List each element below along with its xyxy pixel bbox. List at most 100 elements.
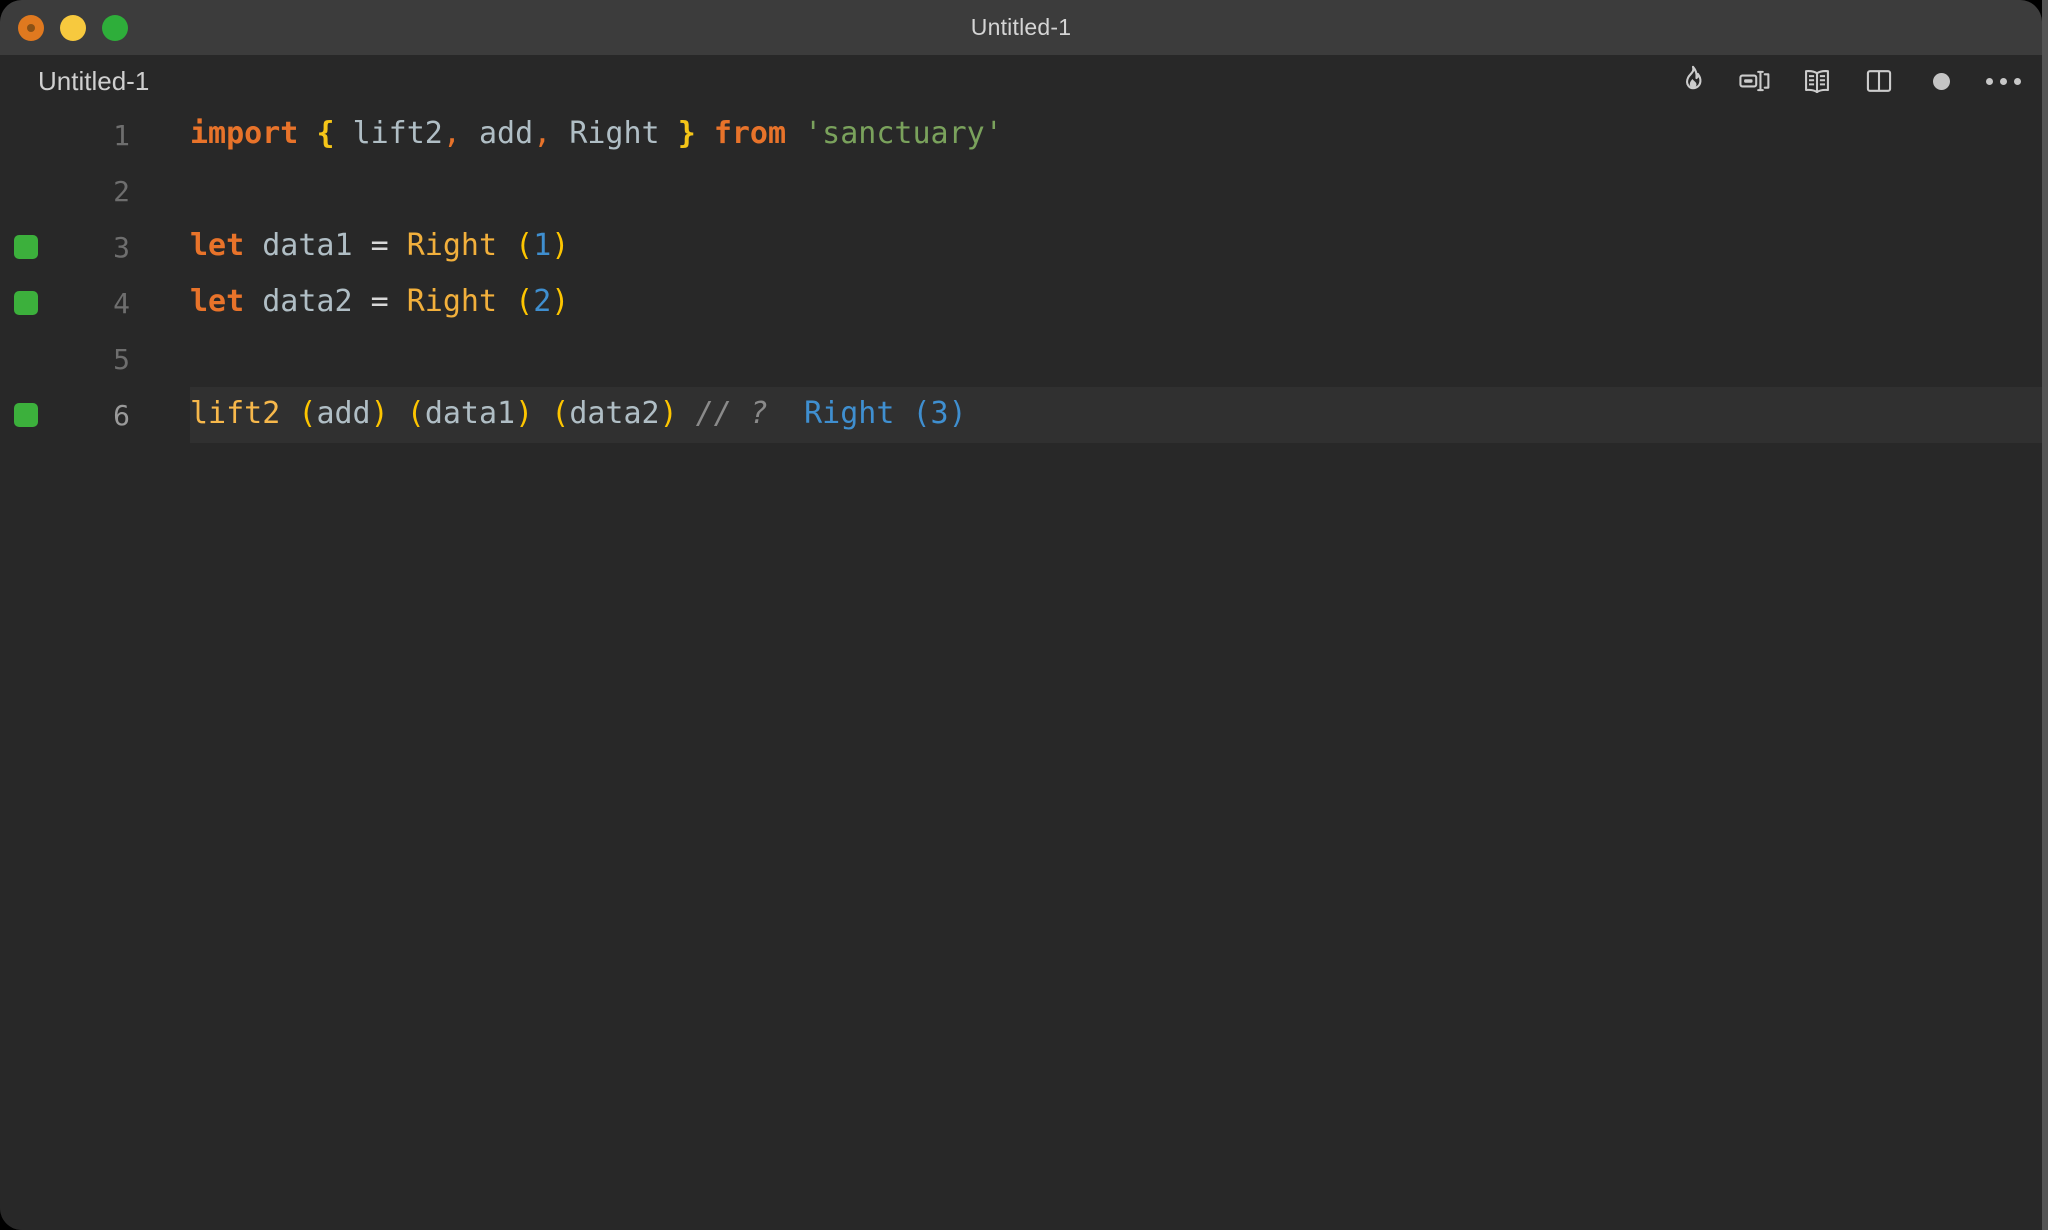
editor-tabbar: Untitled-1 xyxy=(0,55,2042,107)
line-number: 4 xyxy=(113,286,130,320)
line-number: 6 xyxy=(113,398,130,432)
token: add xyxy=(316,396,371,431)
executable-line-marker-icon[interactable] xyxy=(14,403,38,427)
token: ( xyxy=(551,396,570,431)
token: add xyxy=(479,116,534,151)
line-number: 3 xyxy=(113,230,130,264)
split-editor-icon[interactable] xyxy=(1862,64,1896,98)
token: Right xyxy=(406,284,498,319)
run-flame-icon[interactable] xyxy=(1676,64,1710,98)
open-preview-icon[interactable] xyxy=(1800,64,1834,98)
token: 'sanctuary' xyxy=(804,116,1003,151)
token: data1 xyxy=(424,396,516,431)
token: 2 xyxy=(533,284,552,319)
token: ) xyxy=(659,396,678,431)
token: import xyxy=(190,116,299,151)
line-number: 5 xyxy=(113,342,130,376)
token: lift2 xyxy=(190,396,281,431)
token: = xyxy=(352,284,407,319)
token: ( xyxy=(298,396,317,431)
code-line-6[interactable]: 6 lift2 (add) (data1) (data2) // ? Right … xyxy=(0,387,2042,443)
token: ( xyxy=(515,228,534,263)
more-actions-icon[interactable] xyxy=(1985,64,2021,98)
toggle-inline-results-icon[interactable] xyxy=(1738,64,1772,98)
line-content[interactable]: import { lift2, add, Right } from 'sanct… xyxy=(190,107,2042,163)
token: Right xyxy=(406,228,498,263)
gutter-spacer xyxy=(14,123,38,147)
tab-untitled-1[interactable]: Untitled-1 xyxy=(38,55,149,107)
token: Right xyxy=(569,116,660,151)
gutter-cell-5 xyxy=(0,347,52,371)
window-titlebar: Untitled-1 xyxy=(0,0,2042,55)
desktop-right-strip xyxy=(2042,0,2048,1230)
code-editor[interactable]: 1 import { lift2, add, Right } from 'sanc… xyxy=(0,107,2042,1230)
line-content[interactable] xyxy=(190,331,2042,387)
token: = xyxy=(352,228,407,263)
token: data2 xyxy=(262,284,353,319)
token: lift2 xyxy=(352,116,443,151)
gutter-cell-4 xyxy=(0,291,52,315)
code-line-5[interactable]: 5 xyxy=(0,331,2042,387)
token: , xyxy=(533,116,552,151)
token: Right (3) xyxy=(804,396,967,431)
executable-line-marker-icon[interactable] xyxy=(14,291,38,315)
token: ) xyxy=(515,396,534,431)
token: let xyxy=(190,228,245,263)
token: 1 xyxy=(533,228,552,263)
token: ) xyxy=(551,228,570,263)
maximize-window-button[interactable] xyxy=(102,14,128,41)
gutter-spacer xyxy=(14,179,38,203)
token: ) xyxy=(551,284,570,319)
window-controls xyxy=(18,0,128,55)
editor-window: Untitled-1 Untitled-1 1 import {lift2 ,… xyxy=(0,0,2042,1230)
token: ( xyxy=(515,284,534,319)
unsaved-changes-dot[interactable] xyxy=(1924,64,1958,98)
editor-toolbar xyxy=(1676,55,2021,107)
code-line-3[interactable]: 3 let data1 = Right (1) xyxy=(0,219,2042,275)
token: data1 xyxy=(262,228,353,263)
line-number: 1 xyxy=(113,118,130,152)
window-title: Untitled-1 xyxy=(970,14,1072,40)
code-line-1[interactable]: 1 import { lift2, add, Right } from 'sanc… xyxy=(0,107,2042,163)
line-content[interactable]: let data1 = Right (1) xyxy=(190,219,2042,275)
kebab-icon xyxy=(1985,77,2021,85)
line-content[interactable]: let data2 = Right (2) xyxy=(190,275,2042,331)
gutter-cell-3 xyxy=(0,235,52,259)
line-content[interactable]: lift2 (add) (data1) (data2) // ? Right (… xyxy=(190,387,2042,443)
token: ( xyxy=(406,396,425,431)
gutter-spacer xyxy=(14,347,38,371)
token: { xyxy=(316,116,335,151)
token: let xyxy=(190,284,245,319)
code-lines-container: 1 import { lift2, add, Right } from 'sanc… xyxy=(0,107,2042,443)
token: ) xyxy=(370,396,389,431)
gutter-cell-2 xyxy=(0,179,52,203)
token: , xyxy=(442,116,461,151)
gutter-cell-1 xyxy=(0,123,52,147)
code-line-2[interactable]: 2 xyxy=(0,163,2042,219)
minimize-window-button[interactable] xyxy=(60,14,86,41)
line-number: 2 xyxy=(113,174,130,208)
token: data2 xyxy=(569,396,660,431)
line-content[interactable] xyxy=(190,163,2042,219)
token: } xyxy=(677,116,696,151)
close-window-button[interactable] xyxy=(18,14,44,41)
code-line-4[interactable]: 4 let data2 = Right (2) xyxy=(0,275,2042,331)
unsaved-dot-icon xyxy=(1932,72,1950,90)
token: from xyxy=(713,116,787,151)
token: // ? xyxy=(695,396,768,431)
executable-line-marker-icon[interactable] xyxy=(14,235,38,259)
